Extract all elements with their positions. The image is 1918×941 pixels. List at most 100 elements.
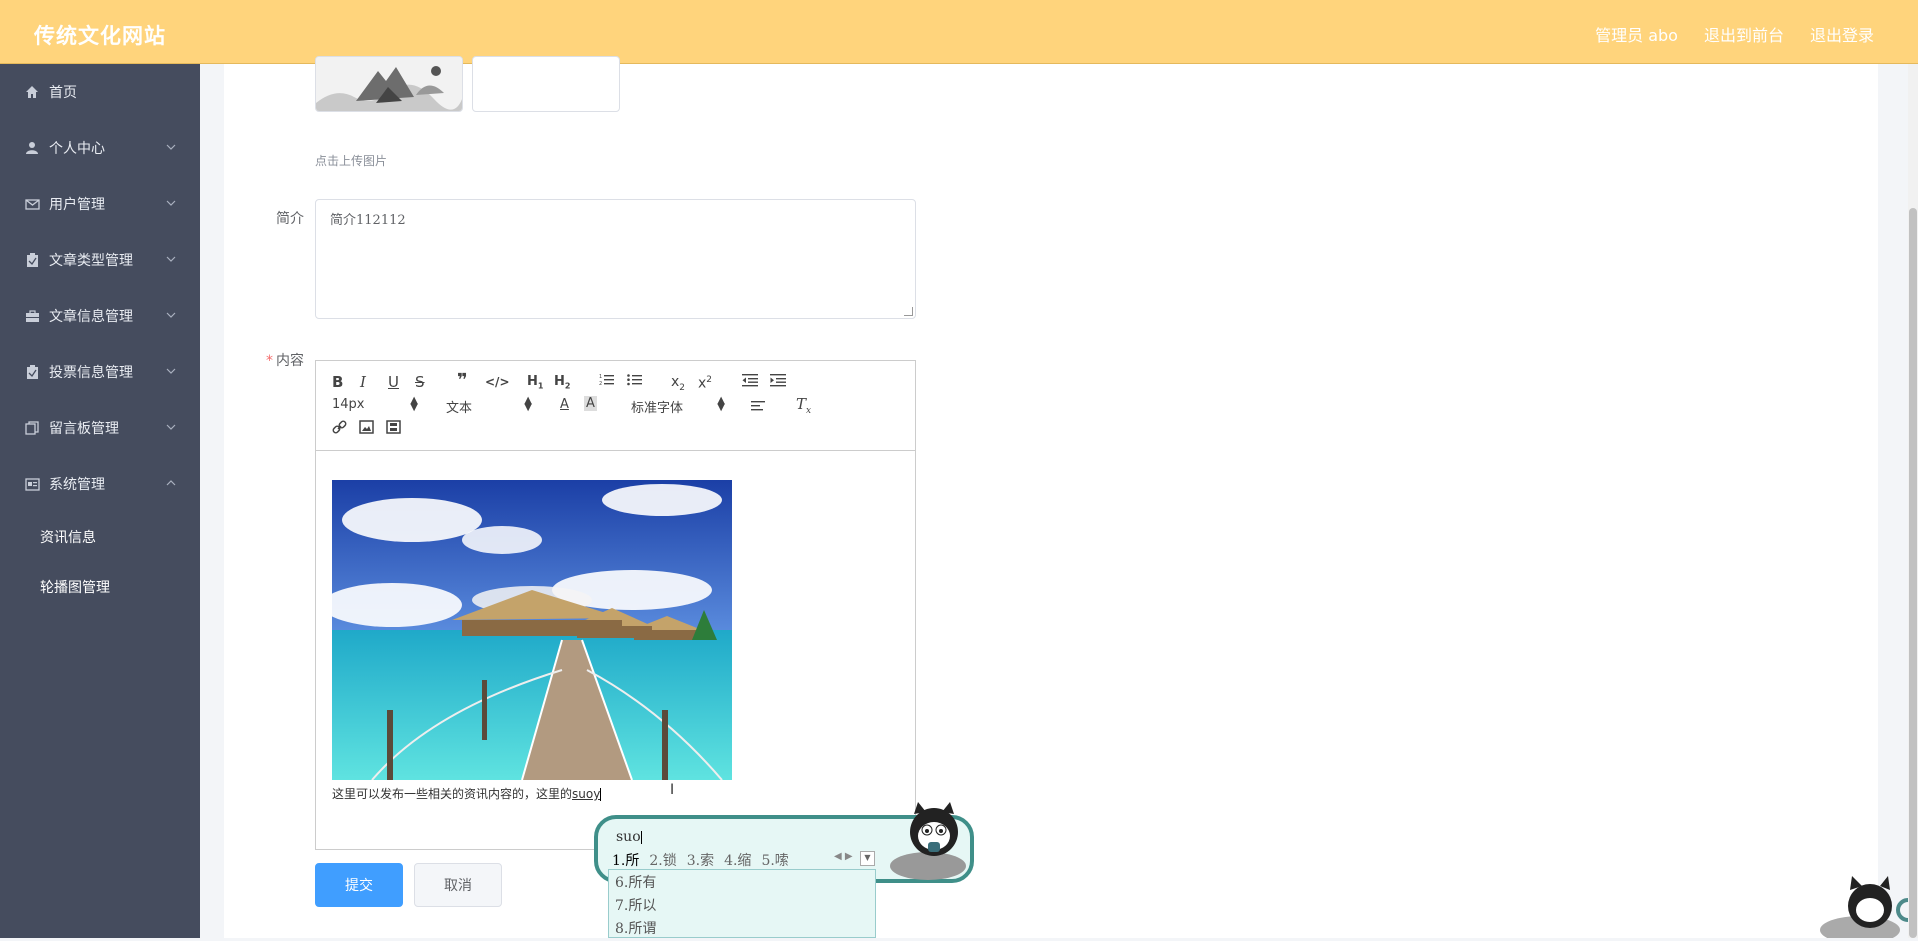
page-scrollbar[interactable]: [1908, 64, 1918, 938]
sidebar-subitem-carousel-management[interactable]: 轮播图管理: [0, 562, 200, 612]
intro-text: 简介112112: [330, 213, 406, 228]
subscript-icon[interactable]: x2: [671, 373, 685, 397]
sidebar-item-label: 个人中心: [49, 141, 105, 157]
chevron-down-icon: [166, 256, 176, 262]
font-size-select[interactable]: 14px ▲ ▼: [332, 395, 418, 413]
uploaded-image-thumbnail[interactable]: [315, 56, 463, 112]
video-icon[interactable]: [386, 420, 401, 438]
sidebar-item-home[interactable]: 首页: [0, 64, 200, 120]
submit-button[interactable]: 提交: [315, 863, 403, 907]
sidebar-item-article-type-management[interactable]: 文章类型管理: [0, 232, 200, 288]
editor-content-text[interactable]: 这里可以发布一些相关的资讯内容的，这里的suoy: [332, 785, 602, 802]
font-color-icon[interactable]: A: [560, 396, 569, 414]
ime-page-arrows-icon[interactable]: ◀ ▶: [834, 851, 853, 862]
ime-caret: [640, 830, 642, 844]
font-family-select[interactable]: 标准字体 ▲ ▼: [631, 395, 725, 417]
sidebar-item-vote-info-management[interactable]: 投票信息管理: [0, 344, 200, 400]
ime-typed-text: suoy: [572, 787, 601, 801]
chevron-down-icon: [166, 312, 176, 318]
indent-icon[interactable]: [770, 373, 786, 391]
header-links: 管理员 abo 退出到前台 退出登录: [1595, 22, 1874, 46]
admin-user-label: 管理员 abo: [1595, 26, 1678, 45]
sidebar-item-user-management[interactable]: 用户管理: [0, 176, 200, 232]
ime-composition-text: suo: [616, 829, 642, 845]
sidebar-item-message-board-management[interactable]: 留言板管理: [0, 400, 200, 456]
outdent-icon[interactable]: [742, 373, 758, 391]
resize-handle[interactable]: [904, 307, 913, 316]
site-title: 传统文化网站: [34, 24, 166, 48]
sidebar-item-label: 文章类型管理: [49, 253, 133, 269]
sidebar-item-label: 系统管理: [49, 477, 105, 493]
text-caret: [600, 788, 602, 801]
sidebar-item-label: 留言板管理: [49, 421, 119, 437]
align-icon[interactable]: [751, 398, 765, 416]
underline-icon[interactable]: U: [388, 373, 399, 391]
select-arrows-icon: ▲ ▼: [410, 395, 418, 413]
content-label-text: 内容: [276, 353, 304, 369]
image-icon[interactable]: [359, 420, 374, 438]
chevron-down-icon: [166, 200, 176, 206]
rich-text-editor: B I U S ❞ </> H1 H2 12 x2 x2 14px ▲ ▼ 文本 ▲ ▼…: [315, 360, 916, 850]
superscript-icon[interactable]: x2: [698, 371, 712, 393]
select-arrows-icon: ▲ ▼: [717, 395, 725, 413]
font-family-value: 标准字体: [631, 401, 684, 416]
copy-icon: [24, 420, 40, 436]
background-color-icon[interactable]: A: [584, 396, 597, 411]
ime-candidate[interactable]: 3.索: [687, 850, 714, 870]
select-arrows-icon: ▲ ▼: [524, 395, 532, 413]
ime-candidate[interactable]: 7.所以: [615, 895, 869, 918]
heading-2-icon[interactable]: H2: [554, 373, 570, 396]
logout-link[interactable]: 退出登录: [1810, 22, 1874, 46]
ink-landscape-image: [316, 57, 462, 111]
upload-hint: 点击上传图片: [315, 154, 388, 168]
italic-icon[interactable]: I: [360, 373, 366, 391]
briefcase-icon: [24, 308, 40, 324]
mail-icon: [24, 196, 40, 212]
ime-candidate[interactable]: 5.嗦: [761, 850, 788, 870]
intro-textarea[interactable]: 简介112112: [315, 199, 916, 319]
heading-1-icon[interactable]: H1: [527, 373, 543, 396]
corner-cat-mascot-icon: [1820, 876, 1916, 938]
required-mark: *: [266, 353, 273, 369]
sidebar-item-personal-center[interactable]: 个人中心: [0, 120, 200, 176]
block-type-select[interactable]: 文本 ▲ ▼: [446, 395, 532, 417]
ordered-list-icon[interactable]: 12: [599, 373, 615, 391]
scrollbar-thumb[interactable]: [1909, 208, 1917, 938]
sidebar-item-label: 首页: [49, 85, 77, 101]
font-size-value: 14px: [332, 397, 365, 412]
ime-expanded-list: 6.所有 7.所以 8.所谓: [608, 869, 876, 938]
ime-candidate[interactable]: 6.所有: [615, 872, 869, 895]
bold-icon[interactable]: B: [332, 373, 343, 391]
editor-toolbar: B I U S ❞ </> H1 H2 12 x2 x2 14px ▲ ▼ 文本 ▲ ▼…: [316, 361, 915, 451]
sidebar-menu: 首页 个人中心 用户管理 文章类型管理 文章信息管理 投票信息管理 留言板管理 …: [0, 64, 200, 938]
blockquote-icon[interactable]: ❞: [457, 372, 468, 390]
sidebar-item-article-info-management[interactable]: 文章信息管理: [0, 288, 200, 344]
link-icon[interactable]: [332, 420, 347, 439]
chevron-up-icon: [166, 480, 176, 486]
sidebar-subitem-news-info[interactable]: 资讯信息: [0, 512, 200, 562]
user-icon: [24, 140, 40, 156]
ime-expand-icon[interactable]: ▼: [860, 851, 875, 866]
clipboard-check-icon: [24, 364, 40, 380]
chevron-down-icon: [166, 144, 176, 150]
bullet-list-icon[interactable]: [627, 373, 643, 391]
beach-pier-image: [332, 480, 732, 780]
code-block-icon[interactable]: </>: [485, 373, 510, 391]
ime-candidate[interactable]: 2.锁: [649, 850, 676, 870]
sidebar-item-system-management[interactable]: 系统管理: [0, 456, 200, 512]
strikethrough-icon[interactable]: S: [415, 373, 425, 391]
svg-text:1: 1: [599, 374, 602, 380]
upload-image-slot[interactable]: [472, 56, 620, 112]
clear-format-icon[interactable]: Tx: [796, 395, 811, 420]
home-icon: [24, 84, 40, 100]
svg-text:2: 2: [599, 381, 602, 387]
back-to-front-link[interactable]: 退出到前台: [1704, 22, 1784, 46]
sidebar-item-label: 投票信息管理: [49, 365, 133, 381]
cat-mascot-icon: [890, 802, 966, 880]
ime-candidate[interactable]: 1.所: [612, 850, 639, 870]
sidebar-item-label: 用户管理: [49, 197, 105, 213]
cancel-button[interactable]: 取消: [414, 863, 502, 907]
block-type-value: 文本: [446, 401, 473, 416]
ime-candidate[interactable]: 4.缩: [724, 850, 751, 870]
intro-label: 简介: [276, 211, 304, 227]
